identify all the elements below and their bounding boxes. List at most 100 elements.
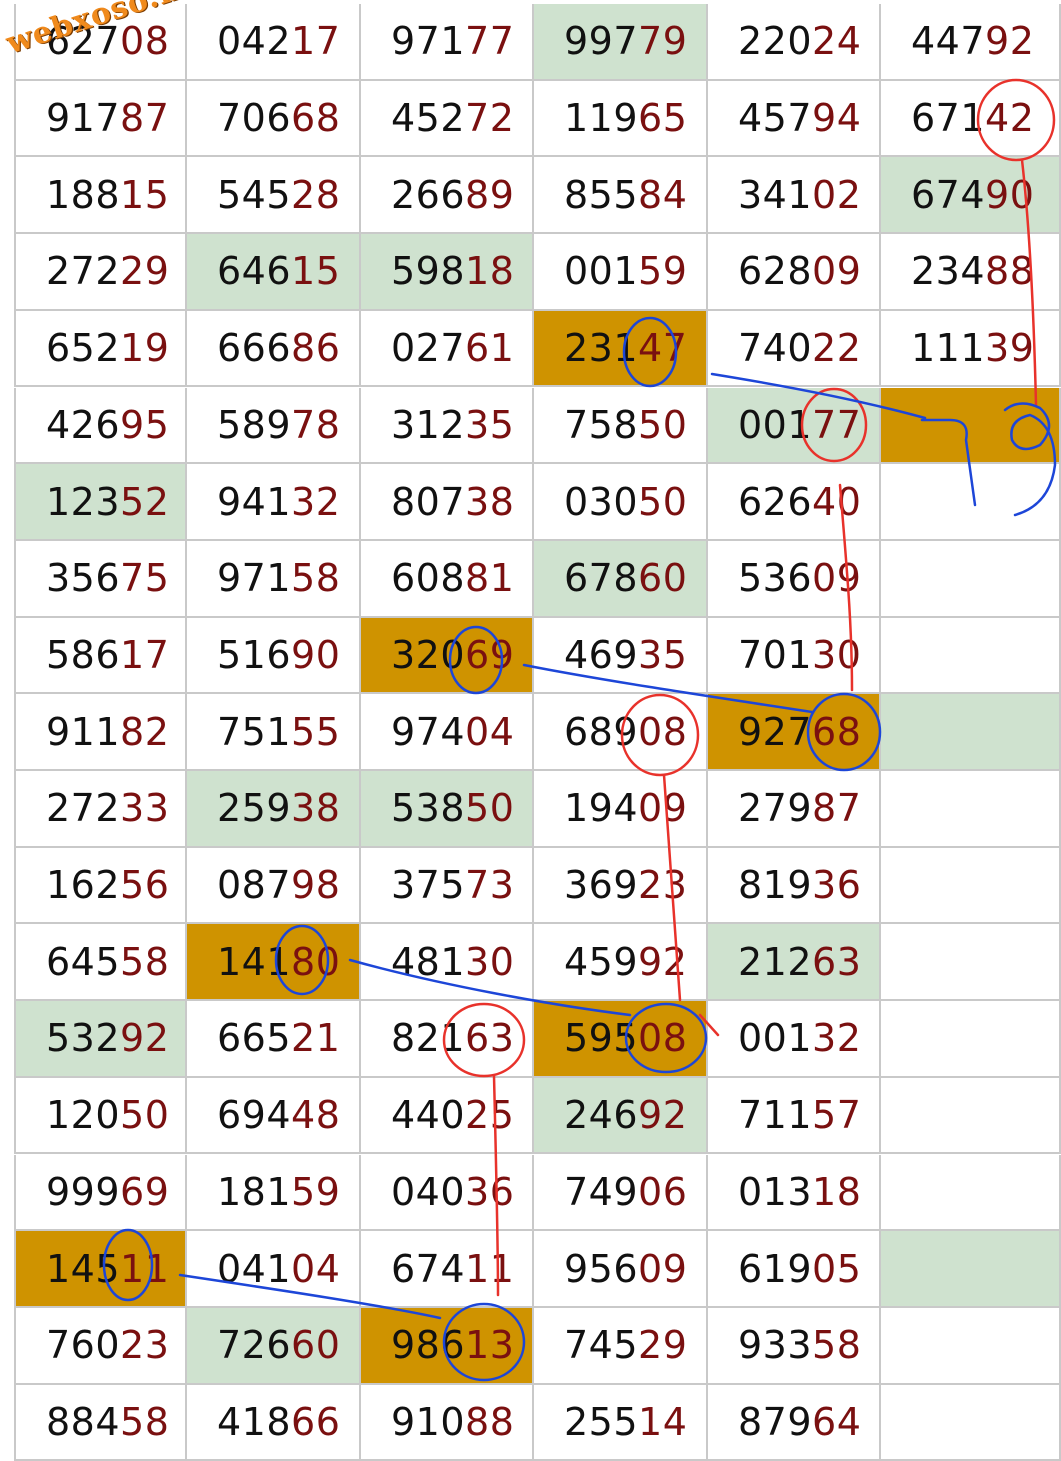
cell-number: 36923	[564, 866, 687, 904]
cell-number: 54528	[217, 176, 340, 214]
cell-number: 74906	[564, 1173, 687, 1211]
number-suffix: 58	[291, 556, 341, 601]
grid-cell: 91088	[361, 1384, 534, 1461]
number-prefix: 469	[564, 632, 639, 677]
grid-cell: 99779	[534, 4, 708, 81]
cell-number: 53850	[391, 789, 514, 827]
number-suffix: 48	[291, 1093, 341, 1138]
cell-number: 00177	[738, 406, 861, 444]
number-prefix: 933	[738, 1323, 813, 1368]
number-suffix: 40	[812, 479, 862, 524]
cell-number: 67411	[391, 1250, 514, 1288]
grid-cell: 01318	[708, 1154, 881, 1232]
grid-cell: 00159	[534, 234, 708, 311]
number-prefix: 041	[217, 1246, 292, 1291]
cell-number: 01318	[738, 1173, 861, 1211]
cell-number: 45794	[738, 99, 861, 137]
number-prefix: 879	[738, 1399, 813, 1444]
number-suffix: 17	[120, 632, 170, 677]
cell-number: 27229	[46, 252, 169, 290]
grid-cell: 23147	[534, 310, 708, 388]
number-prefix: 598	[391, 249, 466, 294]
number-prefix: 459	[564, 939, 639, 984]
number-suffix: 59	[291, 1169, 341, 1214]
number-suffix: 50	[465, 786, 515, 831]
grid-cell: 67490	[881, 157, 1061, 235]
cell-number: 87964	[738, 1403, 861, 1441]
number-suffix: 77	[465, 19, 515, 64]
number-prefix: 595	[564, 1016, 639, 1061]
grid-cell: 93358	[708, 1307, 881, 1385]
number-suffix: 09	[812, 556, 862, 601]
grid-cell: 64558	[14, 924, 187, 1002]
number-prefix: 279	[738, 786, 813, 831]
grid-cell: 19409	[534, 771, 708, 848]
number-prefix: 457	[738, 96, 813, 141]
grid-cell: 75155	[187, 694, 361, 771]
number-suffix: 32	[291, 479, 341, 524]
number-prefix: 111	[911, 326, 986, 371]
grid-cell: 88458	[14, 1384, 187, 1461]
number-suffix: 17	[291, 19, 341, 64]
number-suffix: 02	[812, 172, 862, 217]
number-prefix: 821	[391, 1016, 466, 1061]
number-suffix: 92	[120, 1016, 170, 1061]
cell-number: 74529	[564, 1326, 687, 1364]
number-prefix: 027	[391, 326, 466, 371]
number-suffix: 35	[638, 632, 688, 677]
grid-cell	[881, 847, 1061, 925]
number-suffix: 04	[465, 709, 515, 754]
grid-cell: 25938	[187, 771, 361, 848]
cell-number: 23147	[564, 329, 687, 367]
number-suffix: 15	[120, 172, 170, 217]
cell-number: 64558	[46, 943, 169, 981]
number-suffix: 23	[120, 1323, 170, 1368]
cell-number: 02761	[391, 329, 514, 367]
number-suffix: 69	[120, 1169, 170, 1214]
number-suffix: 66	[291, 1399, 341, 1444]
number-prefix: 645	[46, 939, 121, 984]
cell-number: 91088	[391, 1403, 514, 1441]
grid-cell: 00177	[708, 387, 881, 465]
cell-number: 03050	[564, 483, 687, 521]
grid-cell: 67142	[881, 80, 1061, 158]
number-prefix: 666	[217, 326, 292, 371]
cell-number: 80738	[391, 483, 514, 521]
number-suffix: 57	[812, 1093, 862, 1138]
number-suffix: 25	[465, 1093, 515, 1138]
number-suffix: 11	[465, 1246, 515, 1291]
number-prefix: 356	[46, 556, 121, 601]
grid-cell: 97404	[361, 694, 534, 771]
number-prefix: 711	[738, 1093, 813, 1138]
number-suffix: 19	[120, 326, 170, 371]
number-prefix: 999	[46, 1169, 121, 1214]
cell-number: 32069	[391, 636, 514, 674]
number-suffix: 24	[812, 19, 862, 64]
number-suffix: 92	[638, 939, 688, 984]
number-prefix: 234	[911, 249, 986, 294]
grid-cell: 94132	[187, 464, 361, 541]
number-prefix: 231	[564, 326, 639, 371]
number-suffix: 69	[465, 632, 515, 677]
cell-number: 19409	[564, 789, 687, 827]
number-suffix: 09	[638, 1246, 688, 1291]
number-prefix: 986	[391, 1323, 466, 1368]
number-prefix: 188	[46, 172, 121, 217]
number-suffix: 75	[120, 556, 170, 601]
grid-cell: 46935	[534, 617, 708, 695]
number-suffix: 30	[465, 939, 515, 984]
number-prefix: 740	[738, 326, 813, 371]
number-suffix: 95	[120, 402, 170, 447]
grid-cell: 59508	[534, 1001, 708, 1078]
cell-number: 91787	[46, 99, 169, 137]
grid-cell: 03050	[534, 464, 708, 541]
grid-cell	[881, 464, 1061, 541]
number-suffix: 18	[465, 249, 515, 294]
number-prefix: 538	[391, 786, 466, 831]
cell-number: 66521	[217, 1019, 340, 1057]
cell-number: 24692	[564, 1096, 687, 1134]
number-suffix: 88	[465, 1399, 515, 1444]
cell-number: 97158	[217, 559, 340, 597]
cell-number: 71157	[738, 1096, 861, 1134]
cell-number: 58617	[46, 636, 169, 674]
